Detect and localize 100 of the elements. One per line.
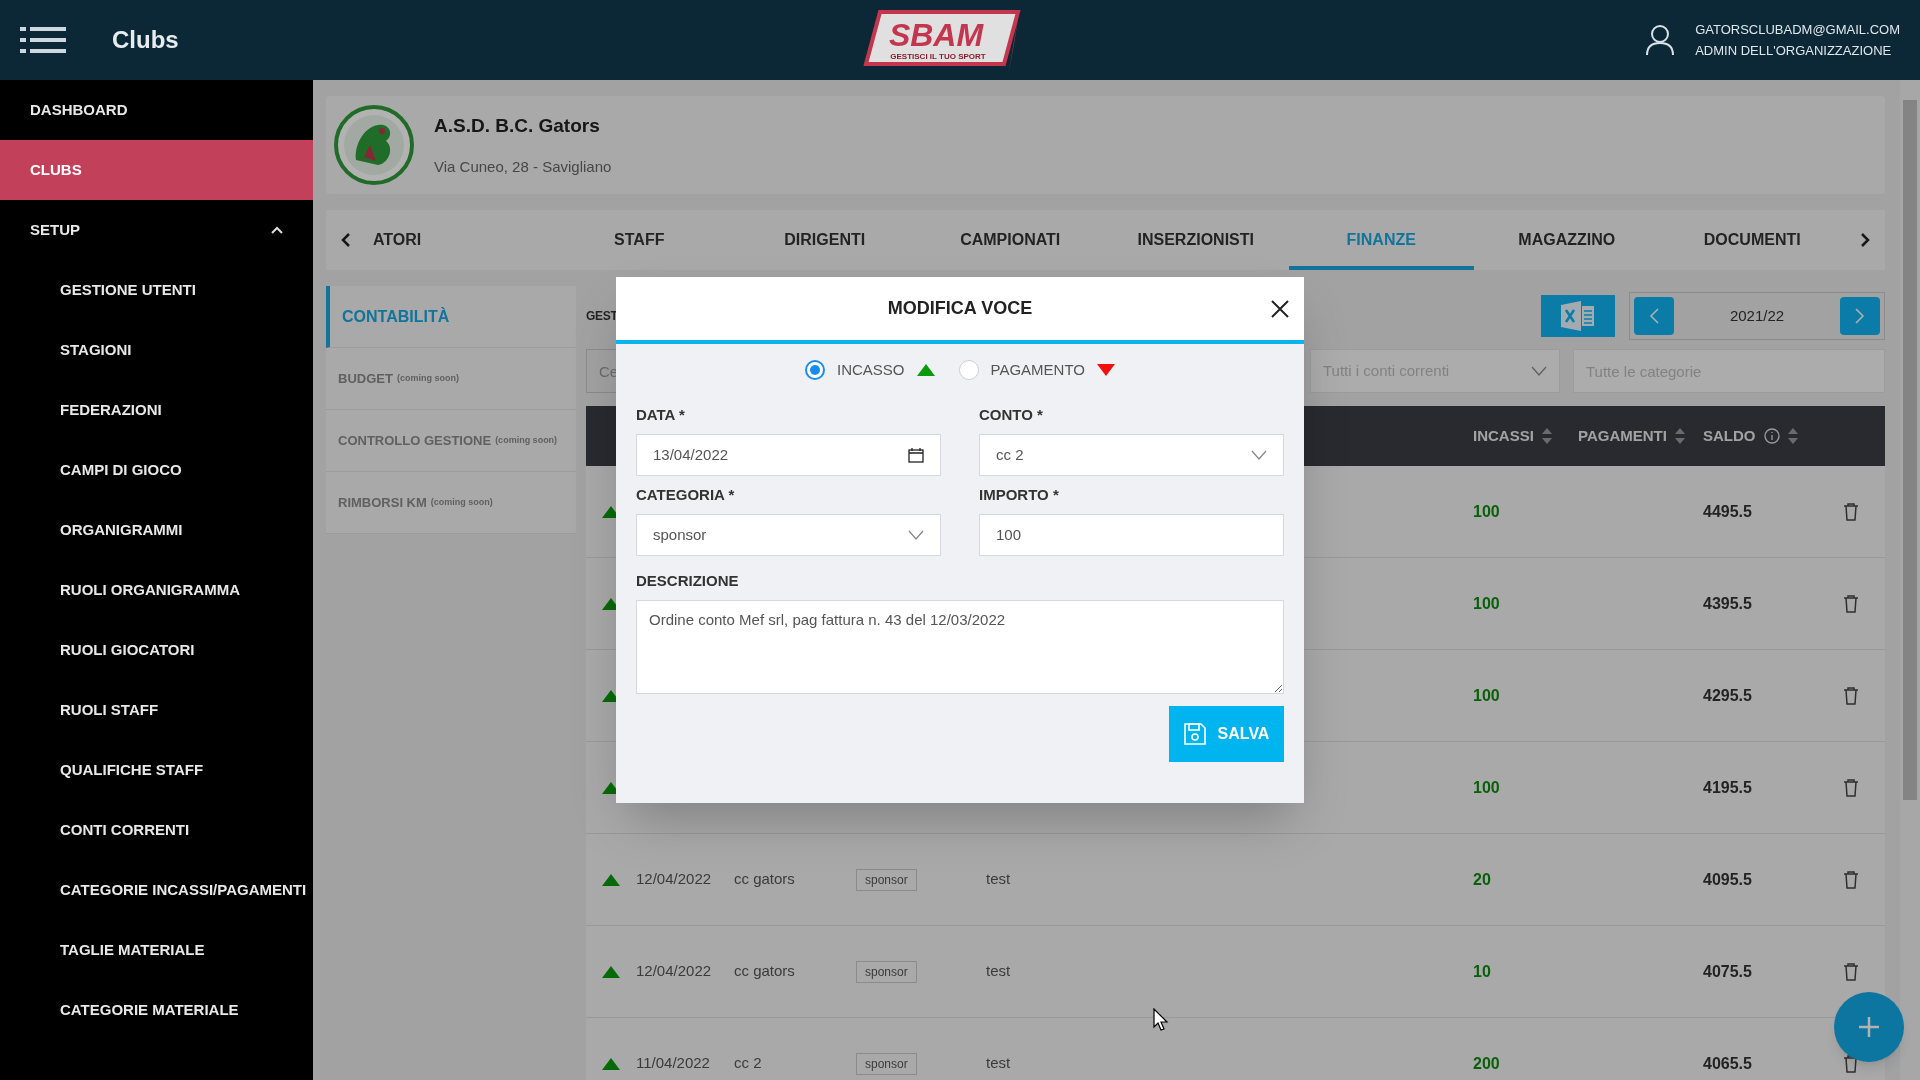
delete-icon[interactable] [1843,1054,1859,1073]
table-cell: cc gators [734,870,795,888]
sort-icon[interactable] [1787,428,1798,444]
sidebar-subitem[interactable]: CONTI CORRENTI [0,800,313,860]
sidebar-subitem[interactable]: TAGLIE MATERIALE [0,920,313,980]
chevron-up-icon [271,226,283,234]
chevron-right-icon [1855,308,1865,324]
user-icon[interactable] [1645,24,1676,56]
tab[interactable]: DOCUMENTI [1659,210,1845,270]
excel-icon [1561,301,1595,331]
sidebar-subitem[interactable]: FEDERAZIONI [0,380,313,440]
chevron-down-icon [1531,366,1547,376]
table-cell: cc 2 [734,1054,762,1072]
table-cell: 12/04/2022 [636,870,712,888]
sidebar-subitem[interactable]: RUOLI GIOCATORI [0,620,313,680]
up-triangle-icon [602,873,620,886]
user-role: ADMIN DELL'ORGANIZZAZIONE [1695,44,1893,57]
tab[interactable]: CAMPIONATI [917,210,1103,270]
sidebar-subitem[interactable]: RUOLI STAFF [0,680,313,740]
sidebar-subitem[interactable]: GESTIONE UTENTI [0,260,313,320]
account-select[interactable]: cc 2 [979,434,1284,476]
info-icon[interactable] [1763,428,1780,444]
category-select[interactable]: sponsor [636,514,941,556]
chevron-left-icon [341,233,351,247]
down-triangle-icon [1097,364,1115,376]
field-label: CONTO * [979,404,1044,425]
table-cell: 4395.5 [1703,594,1752,612]
sidebar-subitem[interactable]: QUALIFICHE STAFF [0,740,313,800]
field-label: DESCRIZIONE [636,570,740,591]
delete-icon[interactable] [1843,502,1859,521]
close-icon [1271,300,1289,318]
table-cell: 200 [1473,1054,1500,1072]
table-cell: 100 [1473,778,1500,796]
table-cell: 4295.5 [1703,686,1752,704]
table-cell: 4095.5 [1703,870,1752,888]
sort-icon[interactable] [1674,428,1685,444]
up-triangle-icon [602,1057,620,1070]
radio-label[interactable]: INCASSO [837,358,905,382]
sidebar-item[interactable]: CLUBS [0,140,313,200]
scrollbar-thumb[interactable] [1903,100,1917,800]
sidebar-subitem[interactable]: ORGANIGRAMMI [0,500,313,560]
amount-field[interactable]: 100 [979,514,1284,556]
table-cell: 4075.5 [1703,962,1752,980]
column-header: INCASSI [1473,425,1534,446]
category-tag: sponsor [856,869,917,892]
sidebar-subitem[interactable]: RUOLI ORGANIGRAMMA [0,560,313,620]
club-name: A.S.D. B.C. Gators [434,113,601,138]
tab[interactable]: ATORI [361,210,547,270]
dialog-title: MODIFICA VOCE [887,297,1033,320]
tab[interactable]: STAFF [546,210,732,270]
radio-label[interactable]: PAGAMENTO [990,358,1085,382]
delete-icon[interactable] [1843,594,1859,613]
excel-export-button[interactable] [1541,295,1615,337]
field-label: CATEGORIA * [636,484,736,505]
table-cell: 100 [1473,502,1500,520]
delete-icon[interactable] [1843,870,1859,889]
delete-icon[interactable] [1843,778,1859,797]
field-label: DATA * [636,404,686,425]
date-field[interactable]: 13/04/2022 [636,434,941,476]
chevron-right-icon [1860,233,1870,247]
tab[interactable]: INSERZIONISTI [1103,210,1289,270]
sidebar-subitem[interactable]: CATEGORIE INCASSI/PAGAMENTI [0,860,313,920]
delete-icon[interactable] [1843,686,1859,705]
plus-icon [1858,1016,1880,1038]
table-cell: 12/04/2022 [636,962,712,980]
table-cell: test [986,1054,1011,1072]
sidebar-subitem[interactable]: CATEGORIE MATERIALE [0,980,313,1040]
save-icon [1183,723,1206,745]
table-cell: test [986,870,1011,888]
column-header: SALDO [1703,425,1756,446]
page-title: Clubs [112,25,179,55]
up-triangle-icon [916,364,935,376]
table-cell: 100 [1473,594,1500,612]
table-cell: test [986,962,1011,980]
club-address: Via Cuneo, 28 - Savigliano [434,157,612,177]
table-cell: 4195.5 [1703,778,1752,796]
chevron-left-icon [1649,308,1659,324]
table-cell: 20 [1473,870,1491,888]
sidebar-item[interactable]: DASHBOARD [0,80,313,140]
delete-icon[interactable] [1843,962,1859,981]
category-tag: sponsor [856,961,917,984]
field-label: IMPORTO * [979,484,1060,505]
radio-button[interactable] [805,360,825,380]
sidebar-subitem[interactable]: CAMPI DI GIOCO [0,440,313,500]
sidebar-subitem[interactable]: STAGIONI [0,320,313,380]
scrollbar[interactable] [1900,80,1920,1080]
table-cell: 10 [1473,962,1491,980]
radio-button[interactable] [958,360,979,380]
table-cell: 4495.5 [1703,502,1752,520]
chevron-down-icon [908,530,924,540]
close-button[interactable] [1270,299,1290,319]
description-field[interactable]: Ordine conto Mef srl, pag fattura n. 43 del 12/03/2022 [636,600,1284,694]
table-cell: cc gators [734,962,795,980]
sort-icon[interactable] [1541,428,1552,444]
tab[interactable]: DIRIGENTI [732,210,918,270]
column-header: PAGAMENTI [1578,425,1667,446]
sidebar-item[interactable]: SETUP [0,200,313,260]
tab[interactable]: MAGAZZINO [1474,210,1660,270]
calendar-icon [908,447,924,463]
menu-icon[interactable] [20,27,66,53]
